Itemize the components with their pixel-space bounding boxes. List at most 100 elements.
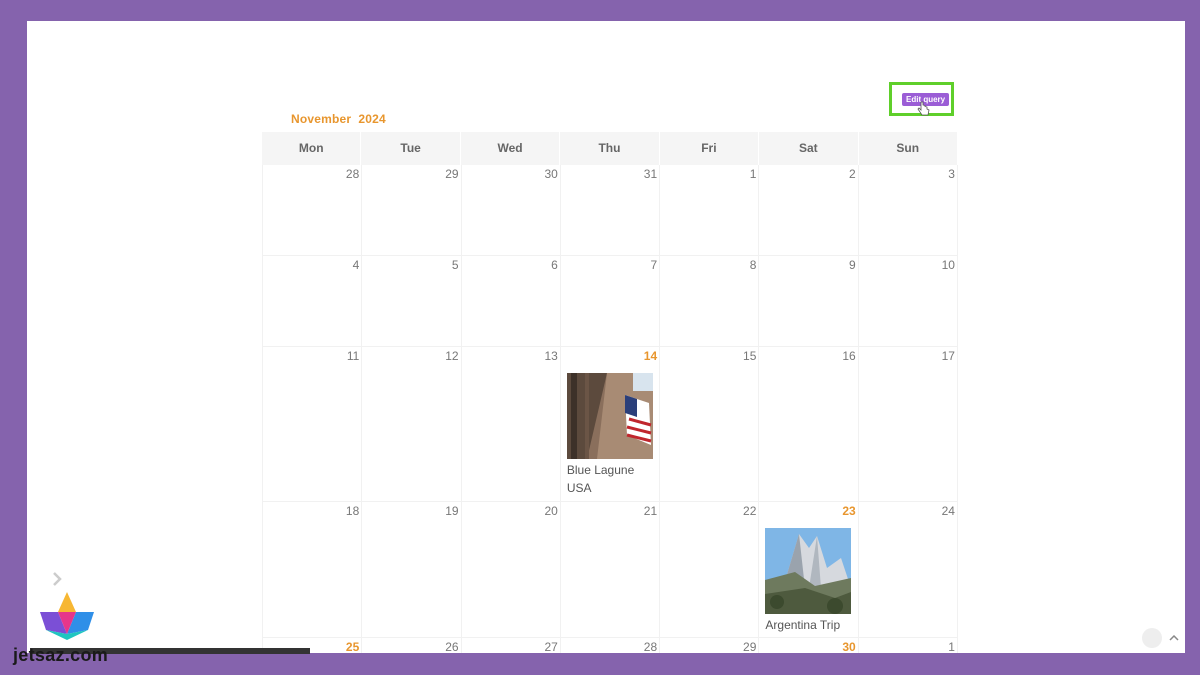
day-number: 26 — [445, 640, 459, 653]
day-number: 29 — [743, 640, 757, 653]
day-number: 22 — [743, 504, 757, 518]
day-cell[interactable]: 1 — [859, 638, 958, 653]
day-number: 3 — [948, 167, 955, 181]
day-number: 2 — [849, 167, 856, 181]
day-number: 18 — [345, 504, 360, 518]
day-number: 10 — [941, 258, 955, 272]
weekday-header: Mon Tue Wed Thu Fri Sat Sun — [262, 132, 958, 165]
day-cell[interactable]: 19 — [362, 502, 462, 637]
day-cell[interactable]: 10 — [859, 256, 958, 346]
day-cell[interactable]: 17 — [859, 347, 958, 501]
mountain-photo-icon — [765, 528, 852, 614]
day-number: 21 — [643, 504, 658, 518]
event-title: Blue Lagune USA — [566, 463, 635, 495]
flag-photo-icon — [566, 373, 653, 459]
day-number: 16 — [842, 349, 856, 363]
day-cell[interactable]: 24 — [859, 502, 958, 637]
day-number: 17 — [941, 349, 955, 363]
day-cell[interactable]: 29 — [362, 165, 462, 255]
day-number: 20 — [544, 504, 558, 518]
weekday-fri: Fri — [660, 132, 760, 165]
day-number: 28 — [643, 640, 658, 653]
day-number: 31 — [643, 167, 658, 181]
day-number: 5 — [451, 258, 459, 272]
day-number: 30 — [544, 167, 558, 181]
weekday-thu: Thu — [560, 132, 660, 165]
day-number: 8 — [749, 258, 757, 272]
day-number: 9 — [849, 258, 856, 272]
day-number: 24 — [941, 504, 955, 518]
day-number: 14 — [643, 349, 658, 363]
app-frame: November 2024 Edit query Mon Tue Wed Thu Fri… — [27, 21, 1185, 653]
day-number: 1 — [749, 167, 757, 181]
calendar-event[interactable]: Argentina Trip — [765, 528, 852, 634]
day-number: 29 — [445, 167, 459, 181]
day-cell[interactable]: 12 — [362, 347, 462, 501]
day-number: 12 — [445, 349, 459, 363]
day-number: 30 — [842, 640, 856, 653]
day-cell[interactable]: 28 — [561, 638, 661, 653]
weekday-mon: Mon — [262, 132, 362, 165]
weekday-tue: Tue — [361, 132, 461, 165]
day-cell[interactable]: 4 — [262, 256, 363, 346]
day-cell[interactable]: 30 — [759, 638, 859, 653]
day-number: 6 — [551, 258, 558, 272]
day-cell[interactable]: 1 — [660, 165, 760, 255]
day-cell[interactable]: 18 — [262, 502, 363, 637]
week-row: 4 5 6 7 8 9 10 — [262, 256, 958, 347]
day-cell[interactable]: 2 — [759, 165, 859, 255]
calendar: November 2024 Edit query Mon Tue Wed Thu Fri… — [262, 21, 958, 653]
day-number: 15 — [743, 349, 757, 363]
day-cell[interactable]: 23 Argentina Trip — [759, 502, 859, 637]
day-cell[interactable]: 6 — [462, 256, 561, 346]
day-cell[interactable]: 20 — [462, 502, 561, 637]
day-cell[interactable]: 11 — [262, 347, 363, 501]
day-cell[interactable]: 8 — [660, 256, 760, 346]
day-cell[interactable]: 13 — [462, 347, 561, 501]
watermark-text: jetsaz.com — [13, 645, 109, 665]
day-cell[interactable]: 9 — [759, 256, 859, 346]
day-cell[interactable]: 22 — [660, 502, 760, 637]
scroll-handle[interactable] — [1142, 628, 1162, 648]
month-title: November 2024 — [291, 112, 386, 126]
calendar-grid: 28 29 30 31 1 2 3 4 5 6 7 8 9 10 11 12 13 14 Blue Lagune U… — [262, 165, 958, 653]
day-cell[interactable]: 15 — [660, 347, 760, 501]
year-label: 2024 — [358, 112, 386, 126]
day-number: 23 — [842, 504, 856, 518]
calendar-event[interactable]: Blue Lagune USA — [566, 373, 653, 497]
day-cell[interactable]: 29 — [660, 638, 760, 653]
weekday-sun: Sun — [859, 132, 958, 165]
day-number: 19 — [445, 504, 459, 518]
week-row: 28 29 30 31 1 2 3 — [262, 165, 958, 256]
day-cell[interactable]: 27 — [462, 638, 561, 653]
day-cell[interactable]: 30 — [462, 165, 561, 255]
event-title: Argentina Trip — [765, 618, 841, 632]
day-number: 7 — [650, 258, 658, 272]
day-cell[interactable]: 26 — [362, 638, 462, 653]
day-cell[interactable]: 3 — [859, 165, 958, 255]
day-cell[interactable]: 21 — [561, 502, 661, 637]
weekday-sat: Sat — [759, 132, 859, 165]
day-cell[interactable]: 7 — [561, 256, 661, 346]
chevron-up-icon[interactable] — [1168, 632, 1180, 644]
day-cell[interactable]: 5 — [362, 256, 462, 346]
brand-logo-icon — [40, 592, 94, 640]
weekday-wed: Wed — [461, 132, 561, 165]
day-number: 4 — [352, 258, 360, 272]
week-row: 11 12 13 14 Blue Lagune USA 15 16 17 — [262, 347, 958, 502]
month-label: November — [291, 112, 352, 126]
week-row: 25 26 27 28 29 30 1 — [262, 638, 958, 653]
hand-cursor-icon — [917, 101, 930, 116]
day-cell[interactable]: 31 — [561, 165, 661, 255]
day-number: 11 — [346, 349, 360, 363]
day-number: 1 — [948, 640, 955, 653]
day-number: 25 — [345, 640, 360, 653]
week-row: 18 19 20 21 22 23 Argentina Trip 24 — [262, 502, 958, 638]
day-cell[interactable]: 14 Blue Lagune USA — [561, 347, 661, 501]
chevron-right-icon[interactable] — [48, 570, 66, 588]
day-number: 27 — [544, 640, 558, 653]
day-cell[interactable]: 16 — [759, 347, 859, 501]
day-cell[interactable]: 28 — [262, 165, 363, 255]
day-number: 13 — [544, 349, 558, 363]
day-number: 28 — [345, 167, 360, 181]
